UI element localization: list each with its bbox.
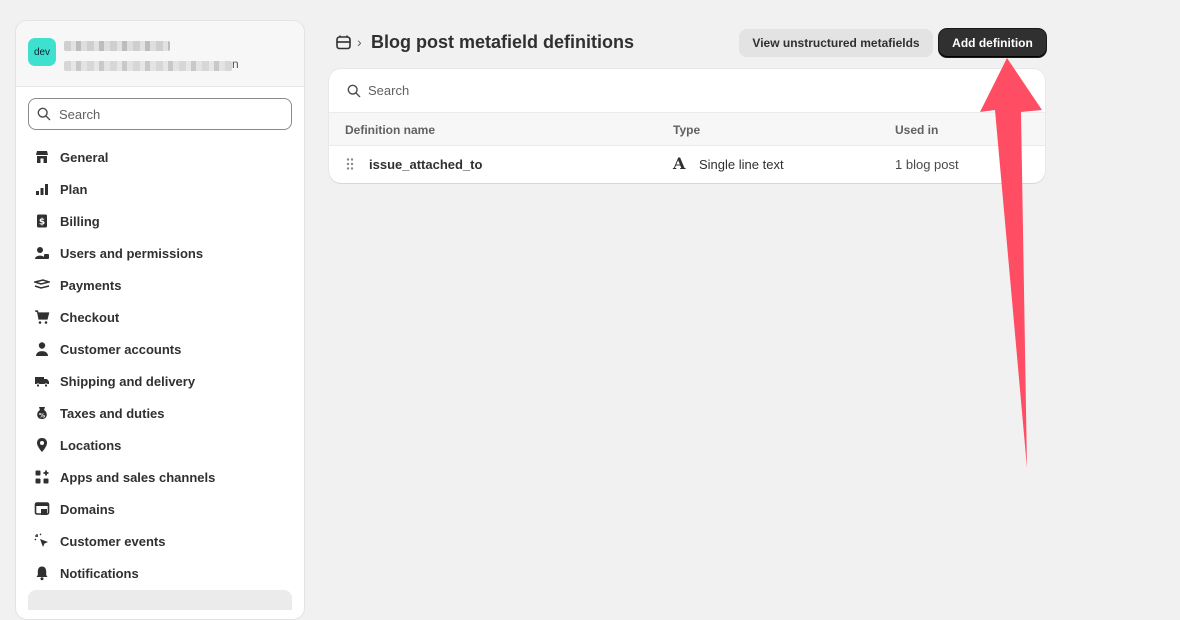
svg-text:$: $	[39, 218, 45, 228]
view-unstructured-metafields-button[interactable]: View unstructured metafields	[739, 29, 933, 57]
sidebar-item-label: Notifications	[60, 565, 139, 581]
billing-icon: $	[34, 213, 50, 229]
sidebar-item-label: Plan	[60, 181, 88, 197]
tax-icon: %	[34, 405, 50, 421]
bell-icon	[34, 565, 50, 581]
location-pin-icon	[34, 437, 50, 453]
sidebar-item-billing[interactable]: $ Billing	[16, 205, 304, 237]
sidebar-item-label: Checkout	[60, 309, 120, 325]
sidebar-item-taxes[interactable]: % Taxes and duties	[16, 397, 304, 429]
definition-used-in: 1 blog post	[895, 157, 959, 172]
payments-icon	[34, 277, 50, 293]
settings-nav: General Plan $ Billing Users and permiss…	[16, 141, 304, 589]
search-icon	[37, 107, 51, 121]
store-url-redacted	[64, 61, 232, 71]
search-icon	[347, 84, 361, 97]
sidebar-item-checkout[interactable]: Checkout	[16, 301, 304, 333]
blog-icon[interactable]	[335, 35, 352, 53]
person-icon	[34, 341, 50, 357]
domains-icon	[34, 501, 50, 517]
page-header: › Blog post metafield definitions View u…	[333, 29, 1046, 58]
column-header-used-in[interactable]: Used in	[895, 123, 938, 137]
drag-handle-icon[interactable]	[345, 157, 355, 174]
store-icon	[34, 149, 50, 165]
table-header: Definition name Type Used in	[329, 113, 1045, 146]
store-header[interactable]: dev n	[16, 21, 304, 87]
sidebar-item-customer-events[interactable]: Customer events	[16, 525, 304, 557]
sidebar-item-label: Shipping and delivery	[60, 373, 196, 389]
sidebar-item-plan[interactable]: Plan	[16, 173, 304, 205]
store-url-tail: n	[232, 57, 239, 71]
column-header-type[interactable]: Type	[673, 123, 700, 137]
sidebar-item-label: Users and permissions	[60, 245, 204, 261]
definition-name[interactable]: issue_attached_to	[369, 157, 482, 172]
definitions-search-input[interactable]	[368, 83, 928, 98]
sidebar-search-input[interactable]	[59, 106, 279, 122]
sidebar-item-label: Payments	[60, 277, 122, 293]
definition-type: Single line text	[699, 157, 784, 172]
store-avatar[interactable]: dev	[28, 38, 56, 66]
sidebar-item-payments[interactable]: Payments	[16, 269, 304, 301]
sidebar-item-label: General	[60, 149, 109, 165]
table-row[interactable]: issue_attached_to A Single line text 1 b…	[329, 146, 1045, 182]
column-header-definition-name[interactable]: Definition name	[345, 123, 435, 137]
sidebar-item-customer-accounts[interactable]: Customer accounts	[16, 333, 304, 365]
sidebar-item-general[interactable]: General	[16, 141, 304, 173]
truck-icon	[34, 373, 50, 389]
svg-text:%: %	[39, 413, 45, 420]
cart-icon	[34, 309, 50, 325]
add-definition-button[interactable]: Add definition	[939, 29, 1046, 57]
sidebar-item-label: Domains	[60, 501, 115, 517]
store-name-redacted	[64, 41, 170, 51]
sidebar-item-shipping[interactable]: Shipping and delivery	[16, 365, 304, 397]
sidebar-item-label: Taxes and duties	[60, 405, 165, 421]
definitions-card: Definition name Type Used in issue_attac…	[329, 69, 1045, 183]
text-type-icon: A	[673, 154, 686, 173]
cursor-click-icon	[34, 533, 50, 549]
definitions-search[interactable]	[329, 69, 1045, 113]
sidebar-item-label: Customer events	[60, 533, 166, 549]
plan-icon	[34, 181, 50, 197]
sidebar-item-label: Apps and sales channels	[60, 469, 216, 485]
breadcrumb-separator: ›	[357, 34, 362, 50]
page-title: Blog post metafield definitions	[371, 32, 635, 52]
users-icon	[34, 245, 50, 261]
sidebar-item-users[interactable]: Users and permissions	[16, 237, 304, 269]
sidebar-item-label: Customer accounts	[60, 341, 182, 357]
sidebar-search[interactable]	[28, 98, 292, 130]
settings-sidebar: dev n General Plan $ Billing	[15, 20, 305, 620]
sidebar-item-apps[interactable]: Apps and sales channels	[16, 461, 304, 493]
sidebar-item-locations[interactable]: Locations	[16, 429, 304, 461]
sidebar-item-label: Billing	[60, 213, 100, 229]
apps-icon	[34, 469, 50, 485]
sidebar-item-next-partial[interactable]	[28, 590, 292, 610]
sidebar-item-domains[interactable]: Domains	[16, 493, 304, 525]
sidebar-item-notifications[interactable]: Notifications	[16, 557, 304, 589]
sidebar-item-label: Locations	[60, 437, 122, 453]
